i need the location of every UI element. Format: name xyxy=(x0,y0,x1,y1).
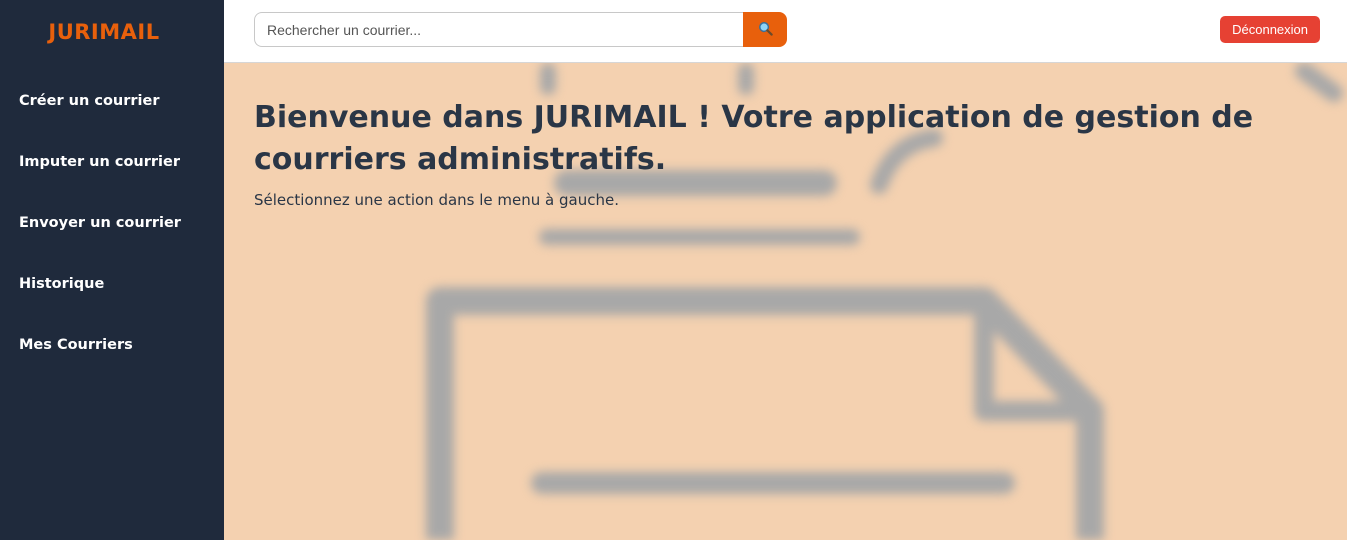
sidebar: JURIMAIL Créer un courrier Imputer un co… xyxy=(0,0,224,540)
sidebar-item-historique[interactable]: Historique xyxy=(19,274,181,335)
sidebar-item-envoyer-courrier[interactable]: Envoyer un courrier xyxy=(19,213,181,274)
logout-button[interactable]: Déconnexion xyxy=(1220,16,1320,43)
sidebar-item-mes-courriers[interactable]: Mes Courriers xyxy=(19,335,181,396)
top-bar: Déconnexion xyxy=(224,0,1347,63)
page-title: Bienvenue dans JURIMAIL ! Votre applicat… xyxy=(254,100,1254,177)
search-input[interactable] xyxy=(254,12,743,47)
search-icon xyxy=(758,21,773,39)
main-content: Bienvenue dans JURIMAIL ! Votre applicat… xyxy=(224,63,1347,540)
sidebar-item-creer-courrier[interactable]: Créer un courrier xyxy=(19,91,181,152)
welcome-panel: Bienvenue dans JURIMAIL ! Votre applicat… xyxy=(254,97,1334,209)
page-subtitle: Sélectionnez une action dans le menu à g… xyxy=(254,191,619,209)
search-button[interactable] xyxy=(743,12,787,47)
sidebar-item-imputer-courrier[interactable]: Imputer un courrier xyxy=(19,152,181,213)
sidebar-nav: Créer un courrier Imputer un courrier En… xyxy=(19,91,181,396)
app-logo[interactable]: JURIMAIL xyxy=(0,20,208,44)
search-bar xyxy=(254,12,787,47)
